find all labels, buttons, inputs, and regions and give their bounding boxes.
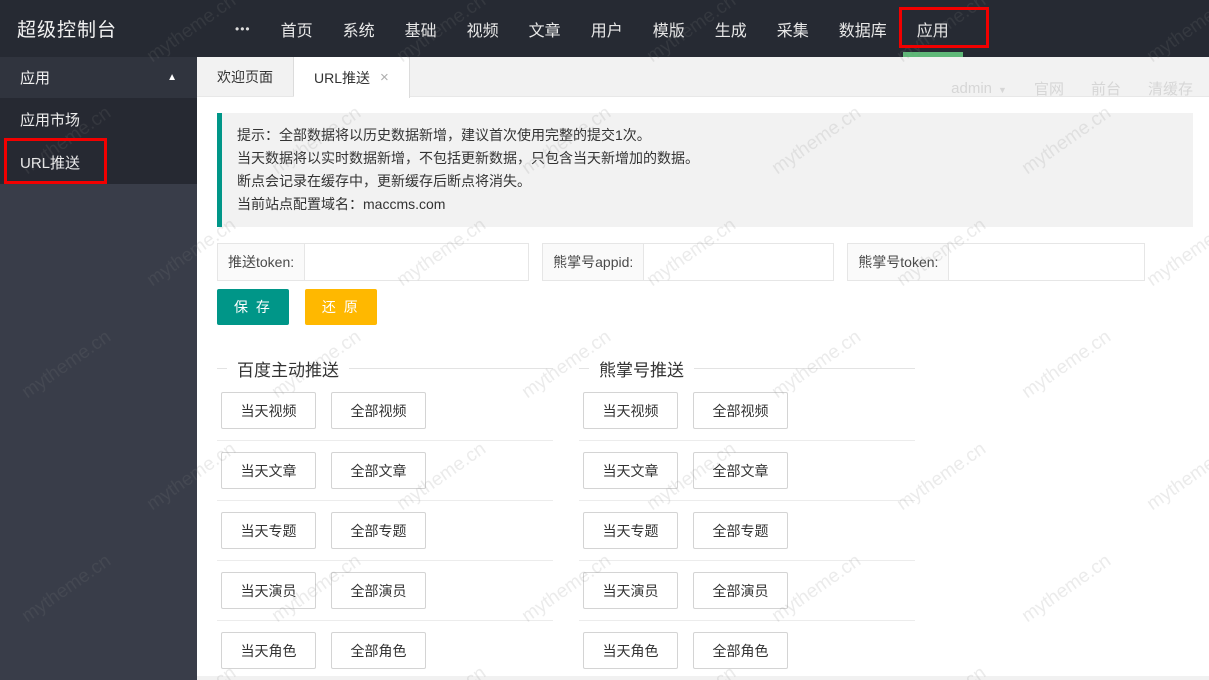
more-menu-icon[interactable]: ••• <box>220 0 266 57</box>
baidu-article-row: 当天文章 全部文章 <box>217 441 553 500</box>
menu-item-template[interactable]: 模版 <box>638 0 700 57</box>
push-token-input[interactable] <box>305 243 530 281</box>
menu-item-database[interactable]: 数据库 <box>824 0 902 57</box>
xiongzhang-all-article-button[interactable]: 全部文章 <box>693 452 788 489</box>
active-menu-indicator <box>902 52 963 57</box>
baidu-all-actor-button[interactable]: 全部演员 <box>331 572 426 609</box>
notice-line-3: 断点会记录在缓存中，更新缓存后断点将消失。 <box>237 173 531 189</box>
save-button[interactable]: 保 存 <box>217 289 289 325</box>
xiongzhang-actor-row: 当天演员 全部演员 <box>579 561 915 620</box>
chevron-up-icon: ▲ <box>167 72 177 83</box>
user-bar: admin ▼ 官网 前台 清缓存 <box>951 78 1193 99</box>
baidu-today-actor-button[interactable]: 当天演员 <box>221 572 316 609</box>
xiongzhang-all-actor-button[interactable]: 全部演员 <box>693 572 788 609</box>
app-logo: 超级控制台 <box>17 20 118 41</box>
baidu-actor-row: 当天演员 全部演员 <box>217 561 553 620</box>
main-area: 欢迎页面 URL推送 × admin ▼ 官网 前台 清缓存 提示：全部数据将以历… <box>197 57 1209 680</box>
menu-item-video[interactable]: 视频 <box>452 0 514 57</box>
sidebar-empty-area <box>0 184 197 680</box>
chevron-down-icon: ▼ <box>998 85 1007 95</box>
menu-item-generate[interactable]: 生成 <box>700 0 762 57</box>
menu-item-article[interactable]: 文章 <box>514 0 576 57</box>
main-menu: ••• 首页 系统 基础 视频 文章 用户 模版 生成 采集 数据库 应用 <box>220 0 964 57</box>
action-buttons: 保 存 还 原 <box>217 289 1193 325</box>
token-form: 推送token: 熊掌号appid: 熊掌号token: <box>217 243 1193 281</box>
baidu-all-topic-button[interactable]: 全部专题 <box>331 512 426 549</box>
sidebar-group-label: 应用 <box>20 70 51 87</box>
top-navbar: 超级控制台 ••• 首页 系统 基础 视频 文章 用户 模版 生成 采集 数据库… <box>0 0 1209 57</box>
xiongzhang-article-row: 当天文章 全部文章 <box>579 441 915 500</box>
clear-cache-link[interactable]: 清缓存 <box>1148 78 1193 99</box>
footer-strip <box>197 676 1209 680</box>
tab-url-push-label: URL推送 <box>314 69 371 86</box>
content-panel: 提示：全部数据将以历史数据新增，建议首次使用完整的提交1次。 当天数据将以实时数… <box>197 97 1209 680</box>
baidu-push-title: 百度主动推送 <box>237 361 339 380</box>
xiongzhang-appid-label: 熊掌号appid: <box>542 243 645 281</box>
menu-item-app-label: 应用 <box>916 22 949 40</box>
xiongzhang-today-role-button[interactable]: 当天角色 <box>583 632 678 669</box>
baidu-today-video-button[interactable]: 当天视频 <box>221 392 316 429</box>
menu-item-collect[interactable]: 采集 <box>762 0 824 57</box>
xiongzhang-push-section: 熊掌号推送 当天视频 全部视频 当天文章 全部文章 当天专题 全部专题 当天演员… <box>579 356 915 680</box>
official-site-link[interactable]: 官网 <box>1034 78 1064 99</box>
baidu-all-video-button[interactable]: 全部视频 <box>331 392 426 429</box>
sidebar-group-app[interactable]: 应用 ▲ <box>0 57 197 98</box>
xiongzhang-role-row: 当天角色 全部角色 <box>579 621 915 680</box>
xiongzhang-token-group: 熊掌号token: <box>847 243 1146 281</box>
xiongzhang-video-row: 当天视频 全部视频 <box>579 381 915 440</box>
push-token-label: 推送token: <box>217 243 306 281</box>
xiongzhang-today-video-button[interactable]: 当天视频 <box>583 392 678 429</box>
menu-item-home[interactable]: 首页 <box>266 0 328 57</box>
baidu-push-section: 百度主动推送 当天视频 全部视频 当天文章 全部文章 当天专题 全部专题 当天演… <box>217 356 553 680</box>
tab-bar: 欢迎页面 URL推送 × admin ▼ 官网 前台 清缓存 <box>197 57 1209 99</box>
xiongzhang-today-actor-button[interactable]: 当天演员 <box>583 572 678 609</box>
xiongzhang-appid-group: 熊掌号appid: <box>542 243 835 281</box>
notice-box: 提示：全部数据将以历史数据新增，建议首次使用完整的提交1次。 当天数据将以实时数… <box>217 113 1193 227</box>
menu-item-basic[interactable]: 基础 <box>390 0 452 57</box>
menu-item-app[interactable]: 应用 <box>902 0 964 57</box>
menu-item-user[interactable]: 用户 <box>576 0 638 57</box>
xiongzhang-all-topic-button[interactable]: 全部专题 <box>693 512 788 549</box>
notice-line-1: 提示：全部数据将以历史数据新增，建议首次使用完整的提交1次。 <box>237 127 651 143</box>
baidu-today-role-button[interactable]: 当天角色 <box>221 632 316 669</box>
xiongzhang-today-article-button[interactable]: 当天文章 <box>583 452 678 489</box>
user-dropdown[interactable]: admin ▼ <box>951 80 1007 97</box>
baidu-video-row: 当天视频 全部视频 <box>217 381 553 440</box>
xiongzhang-topic-row: 当天专题 全部专题 <box>579 501 915 560</box>
sidebar-item-app-market[interactable]: 应用市场 <box>0 98 197 141</box>
xiongzhang-all-role-button[interactable]: 全部角色 <box>693 632 788 669</box>
baidu-all-article-button[interactable]: 全部文章 <box>331 452 426 489</box>
baidu-today-article-button[interactable]: 当天文章 <box>221 452 316 489</box>
admin-page: 超级控制台 ••• 首页 系统 基础 视频 文章 用户 模版 生成 采集 数据库… <box>0 0 1209 680</box>
menu-item-system[interactable]: 系统 <box>328 0 390 57</box>
notice-line-4: 当前站点配置域名：maccms.com <box>237 196 446 212</box>
baidu-topic-row: 当天专题 全部专题 <box>217 501 553 560</box>
tab-welcome[interactable]: 欢迎页面 <box>197 57 294 96</box>
sidebar: 应用 ▲ 应用市场 URL推送 <box>0 57 197 680</box>
baidu-role-row: 当天角色 全部角色 <box>217 621 553 680</box>
notice-line-2: 当天数据将以实时数据新增，不包括更新数据，只包含当天新增加的数据。 <box>237 150 699 166</box>
close-icon[interactable]: × <box>380 69 389 86</box>
reset-button[interactable]: 还 原 <box>304 289 377 325</box>
xiongzhang-appid-input[interactable] <box>644 243 835 281</box>
sidebar-item-url-push[interactable]: URL推送 <box>0 141 197 184</box>
push-token-group: 推送token: <box>217 243 530 281</box>
xiongzhang-token-label: 熊掌号token: <box>847 243 950 281</box>
push-sections: 百度主动推送 当天视频 全部视频 当天文章 全部文章 当天专题 全部专题 当天演… <box>217 356 1193 680</box>
xiongzhang-push-title: 熊掌号推送 <box>599 361 684 380</box>
baidu-all-role-button[interactable]: 全部角色 <box>331 632 426 669</box>
baidu-today-topic-button[interactable]: 当天专题 <box>221 512 316 549</box>
xiongzhang-today-topic-button[interactable]: 当天专题 <box>583 512 678 549</box>
tab-url-push[interactable]: URL推送 × <box>294 57 410 98</box>
front-site-link[interactable]: 前台 <box>1091 78 1121 99</box>
xiongzhang-all-video-button[interactable]: 全部视频 <box>693 392 788 429</box>
sidebar-submenu: 应用市场 URL推送 <box>0 98 197 184</box>
xiongzhang-token-input[interactable] <box>949 243 1146 281</box>
